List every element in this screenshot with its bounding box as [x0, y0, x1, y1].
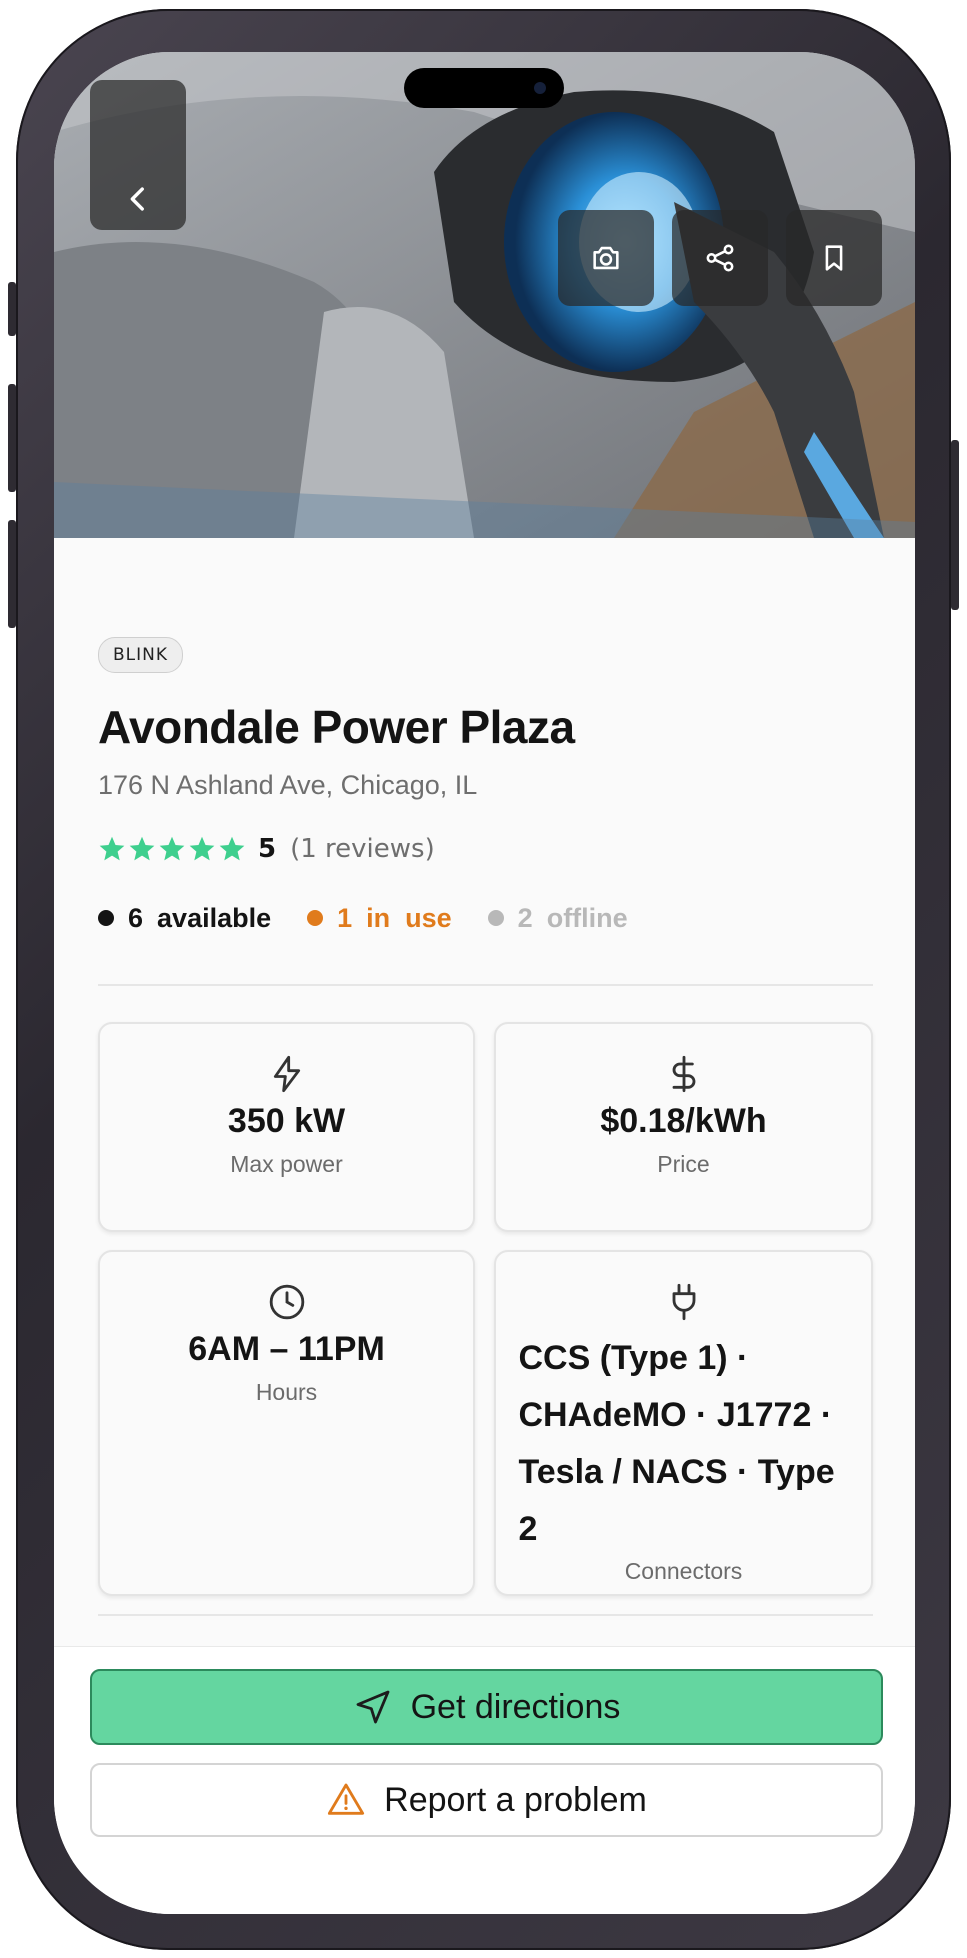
hours-value: 6AM – 11PM	[188, 1330, 385, 1368]
star-icon	[99, 836, 125, 861]
chevron-left-icon	[130, 187, 144, 211]
add-photo-button[interactable]	[558, 210, 654, 306]
bookmark-button[interactable]	[786, 210, 882, 306]
status-available: 6 available	[98, 903, 271, 934]
available-label: available	[157, 902, 272, 933]
price-label: Price	[657, 1151, 710, 1177]
station-name: Avondale Power Plaza	[98, 701, 575, 753]
navigation-arrow-icon	[356, 1690, 390, 1724]
warning-icon	[328, 1783, 365, 1815]
report-problem-label: Report a problem	[384, 1780, 647, 1819]
star-rating	[98, 835, 246, 863]
divider	[98, 1614, 873, 1616]
available-dot	[98, 910, 114, 926]
plug-icon	[672, 1283, 695, 1321]
back-button[interactable]	[90, 80, 186, 230]
clock-icon	[269, 1284, 304, 1320]
max-power-card: 350 kW Max power	[98, 1022, 475, 1232]
action-bar: Get directions Report a problem	[54, 1646, 915, 1914]
star-icon	[219, 836, 245, 861]
review-count: (1 reviews)	[290, 834, 435, 864]
connectors-card: CCS (Type 1) · CHAdeMO · J1772 · Tesla /…	[494, 1250, 873, 1596]
rating-row[interactable]: 5 (1 reviews)	[98, 832, 435, 866]
dynamic-island	[404, 68, 564, 108]
report-problem-button[interactable]: Report a problem	[90, 1763, 883, 1837]
app-screen: BLINK Avondale Power Plaza 176 N Ashland…	[54, 52, 915, 1914]
action-button	[8, 282, 16, 336]
volume-up-button	[8, 384, 16, 492]
lightning-icon	[273, 1055, 300, 1093]
get-directions-button[interactable]: Get directions	[90, 1669, 883, 1745]
connectors-label: Connectors	[624, 1558, 743, 1584]
max-power-value: 350 kW	[227, 1102, 346, 1140]
dollar-icon	[672, 1055, 695, 1093]
availability-row: 6 available 1 in use 2 offline	[98, 900, 664, 936]
rating-value: 5	[258, 834, 277, 864]
hours-card: 6AM – 11PM Hours	[98, 1250, 475, 1596]
share-icon	[706, 244, 734, 272]
in-use-label: in use	[366, 902, 452, 933]
get-directions-label: Get directions	[410, 1687, 621, 1726]
network-badge: BLINK	[98, 637, 184, 673]
offline-count: 2	[517, 902, 533, 933]
status-offline: 2 offline	[487, 902, 628, 934]
share-button[interactable]	[672, 210, 768, 306]
power-button	[951, 440, 959, 610]
status-in-use: 1 in use	[307, 903, 452, 934]
price-value: $0.18/kWh	[600, 1102, 767, 1140]
bookmark-icon	[825, 245, 843, 271]
in-use-dot	[307, 910, 324, 926]
hours-label: Hours	[255, 1379, 318, 1405]
divider	[98, 984, 873, 986]
volume-down-button	[8, 520, 16, 628]
star-icon	[159, 836, 185, 861]
offline-label: offline	[546, 902, 628, 933]
in-use-count: 1	[337, 902, 353, 933]
available-count: 6	[128, 902, 144, 933]
price-card: $0.18/kWh Price	[494, 1022, 873, 1232]
star-icon	[129, 836, 155, 861]
offline-dot	[487, 910, 504, 926]
station-photo	[54, 52, 915, 538]
station-address[interactable]: 176 N Ashland Ave, Chicago, IL	[98, 770, 477, 801]
camera-icon	[593, 246, 619, 270]
star-icon	[189, 836, 215, 861]
max-power-label: Max power	[230, 1151, 343, 1177]
connectors-value: CCS (Type 1) · CHAdeMO · J1772 · Tesla /…	[518, 1339, 835, 1548]
